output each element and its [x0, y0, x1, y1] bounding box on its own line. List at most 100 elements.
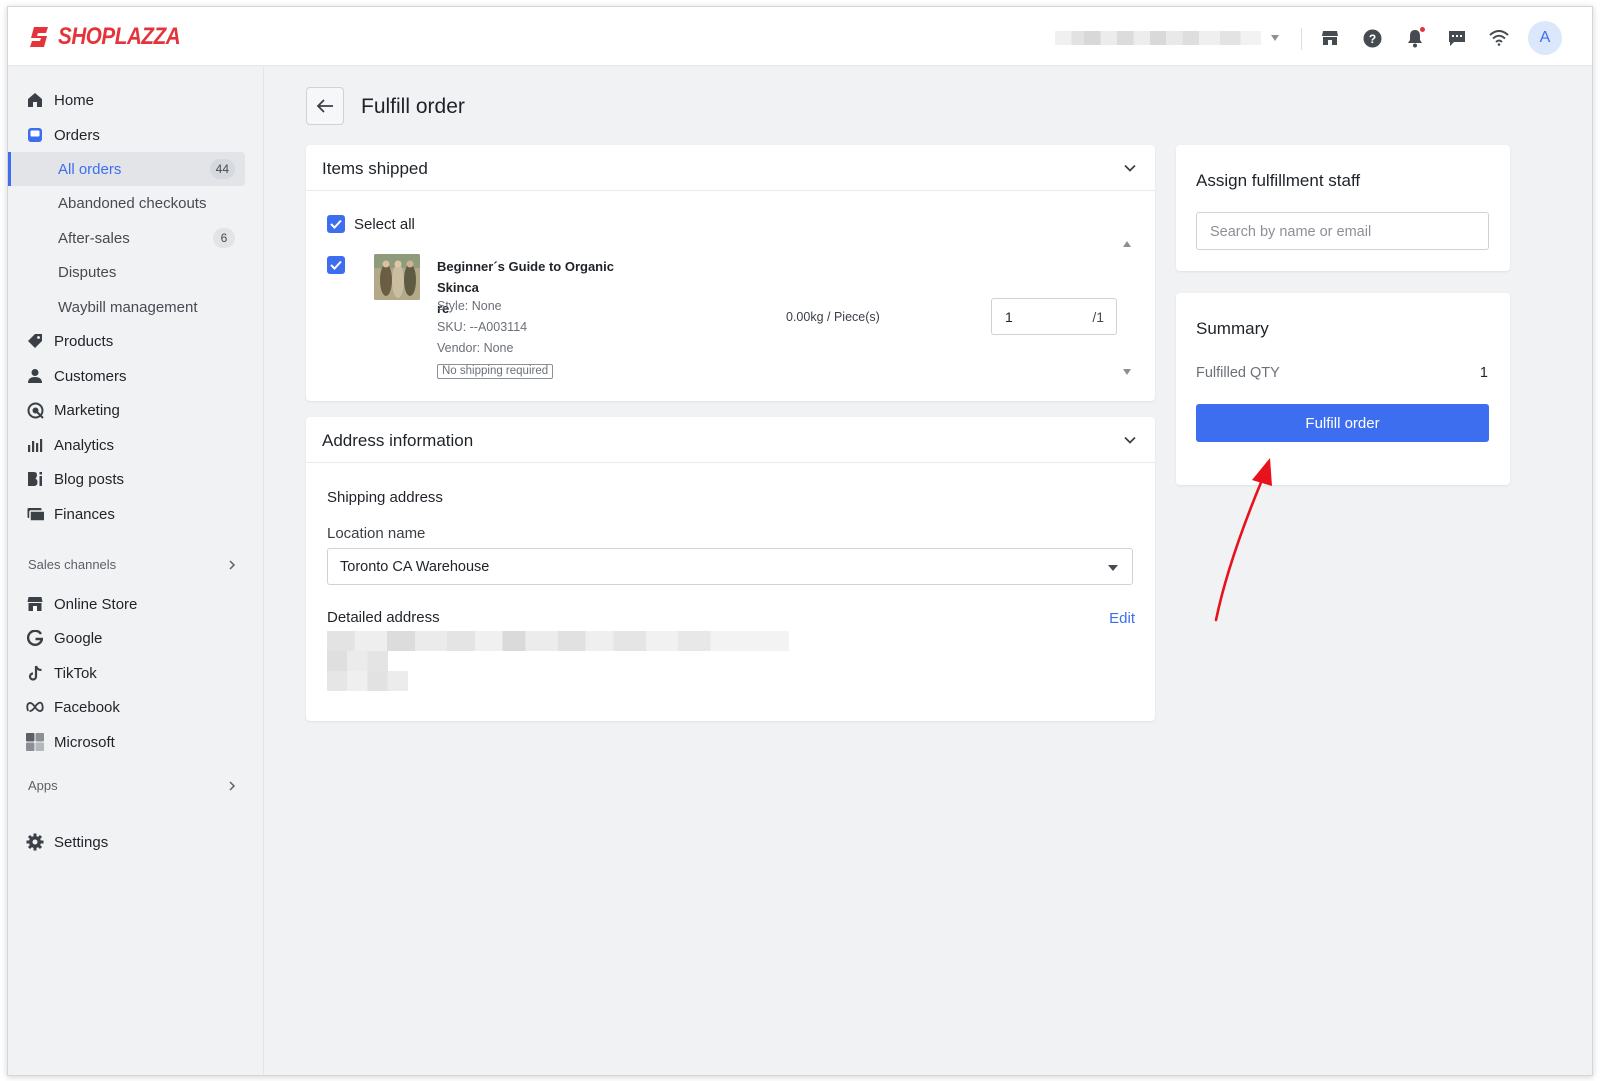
sidebar-item-label: TikTok	[54, 664, 97, 682]
sidebar-item-google[interactable]: Google	[8, 621, 245, 655]
select-all-label[interactable]: Select all	[354, 216, 415, 233]
card-title: Items shipped	[322, 159, 428, 178]
arrow-left-icon	[316, 99, 333, 113]
chat-icon[interactable]	[1445, 26, 1469, 50]
product-style: Style: None	[437, 299, 502, 313]
chevron-right-icon[interactable]	[226, 559, 238, 571]
app-window: SHOPLAZZA ? A Home Orders All orders 44 …	[7, 6, 1593, 1076]
bar-chart-icon	[26, 436, 44, 454]
items-shipped-card: Items shipped Select all Beginner´s Guid…	[306, 145, 1155, 401]
meta-icon	[26, 698, 44, 716]
microsoft-icon	[26, 733, 44, 751]
top-bar: SHOPLAZZA ? A	[8, 7, 1592, 66]
brand-logo[interactable]: SHOPLAZZA	[28, 23, 200, 51]
store-switcher[interactable]	[1055, 30, 1280, 46]
address-line-redacted	[327, 631, 789, 651]
gear-icon	[26, 833, 44, 851]
sidebar-item-finances[interactable]: Finances	[8, 497, 245, 531]
bell-icon[interactable]	[1403, 26, 1427, 50]
sidebar-item-abandoned-checkouts[interactable]: Abandoned checkouts	[8, 186, 245, 220]
fulfilled-qty-value: 1	[1479, 365, 1488, 381]
location-select[interactable]: Toronto CA Warehouse	[327, 548, 1133, 585]
search-placeholder: Search by name or email	[1210, 224, 1372, 240]
card-title: Address information	[322, 431, 474, 450]
sidebar-item-after-sales[interactable]: After-sales 6	[8, 221, 245, 255]
user-avatar[interactable]: A	[1528, 21, 1562, 55]
sidebar-item-microsoft[interactable]: Microsoft	[8, 725, 245, 759]
wifi-icon[interactable]	[1487, 26, 1511, 50]
sidebar-item-products[interactable]: Products	[8, 324, 245, 358]
back-button[interactable]	[306, 87, 344, 125]
sidebar-item-label: Waybill management	[58, 298, 198, 316]
chevron-right-icon[interactable]	[226, 780, 238, 792]
address-line-redacted	[327, 671, 408, 691]
items-shipped-header[interactable]: Items shipped	[306, 145, 1155, 191]
scroll-down-icon[interactable]	[1123, 369, 1131, 375]
edit-address-link[interactable]: Edit	[1109, 610, 1135, 627]
scroll-up-icon[interactable]	[1123, 241, 1131, 247]
svg-text:?: ?	[1368, 32, 1375, 46]
product-weight: 0.00kg / Piece(s)	[786, 310, 880, 324]
sidebar-item-all-orders[interactable]: All orders 44	[8, 152, 245, 186]
help-icon[interactable]: ?	[1360, 26, 1384, 50]
store-icon	[26, 595, 44, 613]
quantity-input[interactable]: 1 /1	[991, 298, 1117, 335]
apps-heading[interactable]: Apps	[28, 778, 58, 793]
sidebar-item-facebook[interactable]: Facebook	[8, 690, 245, 724]
address-line-redacted	[327, 651, 388, 671]
card-title: Summary	[1196, 319, 1269, 338]
sidebar-item-label: Online Store	[54, 595, 138, 613]
staff-search-input[interactable]: Search by name or email	[1196, 212, 1489, 250]
marketing-icon	[26, 401, 44, 419]
store-icon[interactable]	[1318, 26, 1342, 50]
store-name-redacted	[1055, 31, 1261, 45]
product-title-line: Beginner´s Guide to Organic Skinca	[437, 259, 614, 295]
sidebar: Home Orders All orders 44 Abandoned chec…	[8, 67, 264, 1075]
notification-dot	[1420, 27, 1425, 32]
sidebar-item-label: After-sales	[58, 229, 130, 247]
sidebar-item-blog-posts[interactable]: Blog posts	[8, 462, 245, 496]
product-image	[374, 254, 420, 300]
sidebar-item-home[interactable]: Home	[8, 83, 245, 117]
sidebar-item-tiktok[interactable]: TikTok	[8, 656, 245, 690]
tiktok-icon	[26, 664, 44, 682]
sidebar-item-label: Home	[54, 91, 95, 109]
header-divider	[1301, 28, 1302, 50]
chevron-down-icon[interactable]	[1123, 433, 1137, 447]
detailed-address-label: Detailed address	[327, 609, 440, 626]
sidebar-item-label: Abandoned checkouts	[58, 194, 207, 212]
count-badge: 6	[213, 228, 235, 248]
sidebar-item-label: Orders	[54, 126, 100, 144]
product-thumbnail[interactable]	[374, 254, 420, 300]
sidebar-item-customers[interactable]: Customers	[8, 359, 245, 393]
sidebar-item-label: Settings	[54, 833, 109, 851]
sidebar-item-disputes[interactable]: Disputes	[8, 255, 245, 289]
shipping-tag: No shipping required	[437, 364, 554, 379]
address-header[interactable]: Address information	[306, 417, 1155, 463]
shipping-address-label: Shipping address	[327, 489, 443, 506]
card-title: Assign fulfillment staff	[1196, 171, 1361, 190]
location-name-label: Location name	[327, 525, 426, 542]
sidebar-item-label: Finances	[54, 505, 115, 523]
sidebar-item-label: Marketing	[54, 401, 120, 419]
sidebar-item-online-store[interactable]: Online Store	[8, 587, 245, 621]
sales-channels-heading[interactable]: Sales channels	[28, 557, 116, 572]
blog-icon	[26, 470, 44, 488]
sidebar-item-settings[interactable]: Settings	[8, 825, 245, 859]
sidebar-item-orders[interactable]: Orders	[8, 118, 245, 152]
sidebar-item-marketing[interactable]: Marketing	[8, 393, 245, 427]
caret-down-icon	[1271, 35, 1279, 41]
page-title: Fulfill order	[361, 95, 465, 118]
finance-icon	[26, 505, 44, 523]
select-all-checkbox[interactable]	[327, 215, 345, 233]
item-checkbox[interactable]	[327, 256, 345, 274]
sidebar-item-label: Facebook	[54, 698, 120, 716]
sidebar-item-label: Blog posts	[54, 470, 125, 488]
sidebar-item-analytics[interactable]: Analytics	[8, 428, 245, 462]
fulfill-order-button[interactable]: Fulfill order	[1196, 404, 1489, 442]
fulfilled-qty-label: Fulfilled QTY	[1196, 365, 1280, 381]
sidebar-item-waybill-management[interactable]: Waybill management	[8, 290, 245, 324]
chevron-down-icon[interactable]	[1123, 161, 1137, 175]
person-icon	[26, 367, 44, 385]
product-sku: SKU: --A003114	[437, 320, 528, 334]
